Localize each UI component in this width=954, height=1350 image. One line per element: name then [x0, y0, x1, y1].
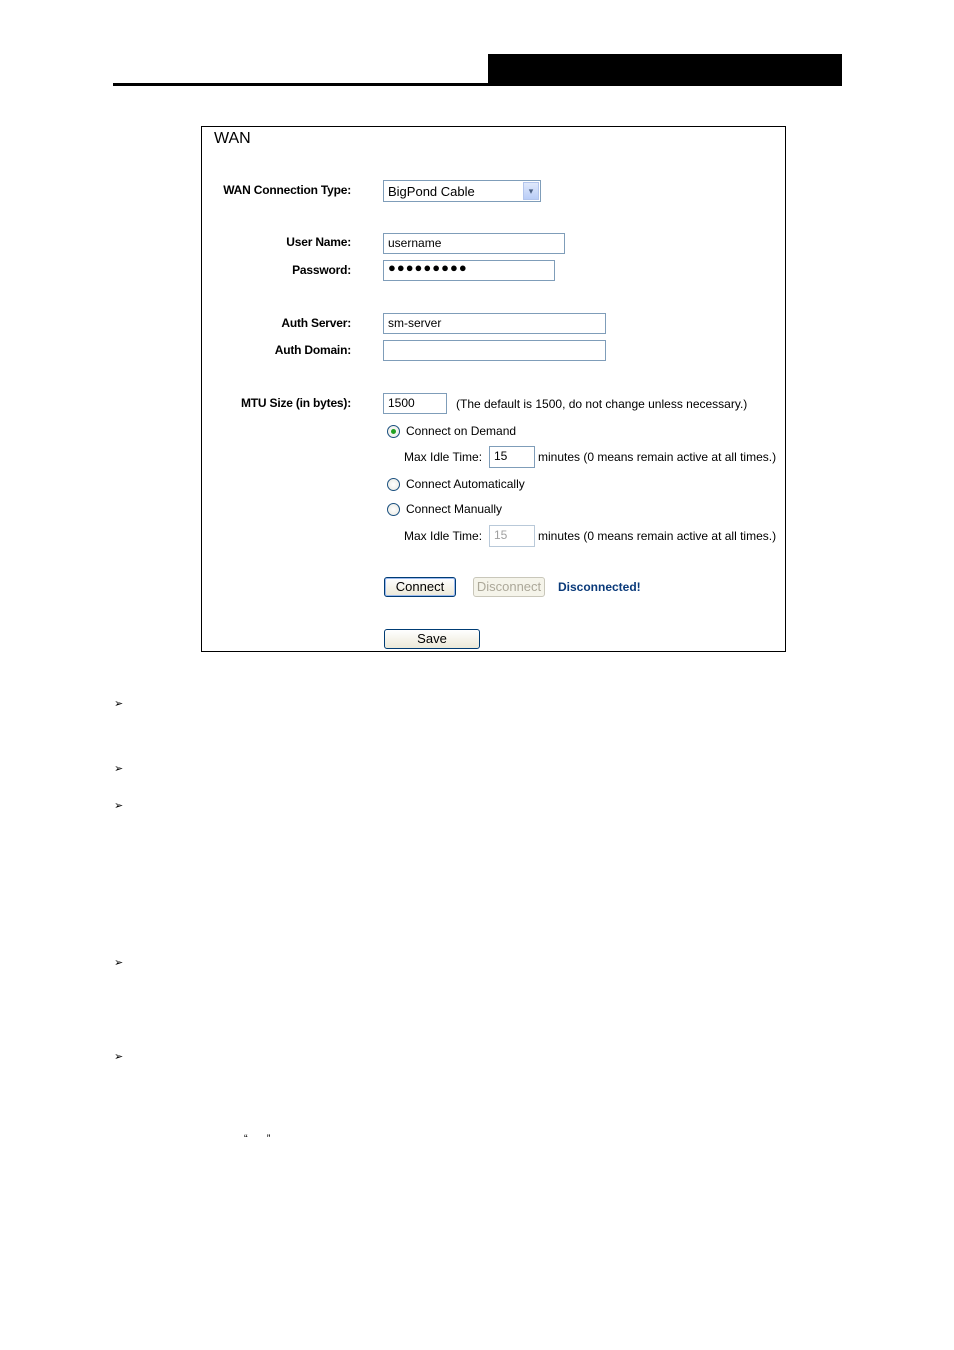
idle-demand-input[interactable]: 15: [489, 446, 535, 468]
connect-automatically-radio[interactable]: [387, 478, 400, 491]
connection-type-label: WAN Connection Type:: [223, 183, 351, 197]
connect-manually-radio[interactable]: [387, 503, 400, 516]
connect-automatically-label: Connect Automatically: [406, 477, 525, 491]
auth-domain-input[interactable]: [383, 340, 606, 361]
connect-on-demand-label: Connect on Demand: [406, 424, 517, 438]
bullet-icon: ➢: [114, 1051, 124, 1063]
header-block: [488, 54, 842, 86]
password-input[interactable]: ●●●●●●●●●: [383, 260, 555, 281]
save-button[interactable]: Save: [384, 629, 480, 649]
disconnect-button: Disconnect: [473, 577, 545, 597]
auth-server-label: Auth Server:: [281, 316, 351, 330]
bullet-icon: ➢: [114, 957, 124, 969]
chevron-down-icon[interactable]: ▾: [523, 182, 539, 200]
connection-status: Disconnected!: [558, 580, 641, 594]
bullet-icon: ➢: [114, 763, 124, 775]
bullet-icon: ➢: [114, 698, 124, 710]
quote-marks: “ ”: [244, 1133, 279, 1145]
idle-demand-suffix: minutes (0 means remain active at all ti…: [538, 450, 777, 464]
idle-manual-label: Max Idle Time:: [404, 529, 483, 543]
connection-type-value: BigPond Cable: [388, 184, 475, 199]
mtu-hint: (The default is 1500, do not change unle…: [456, 397, 748, 411]
idle-demand-label: Max Idle Time:: [404, 450, 483, 464]
mtu-input[interactable]: 1500: [383, 393, 447, 414]
password-label: Password:: [292, 263, 351, 277]
user-name-input[interactable]: username: [383, 233, 565, 254]
panel-title: WAN: [214, 130, 251, 147]
connect-manually-label: Connect Manually: [406, 502, 503, 516]
auth-server-input[interactable]: sm-server: [383, 313, 606, 334]
bullet-icon: ➢: [114, 800, 124, 812]
idle-manual-input: 15: [489, 525, 535, 547]
connect-on-demand-radio[interactable]: [387, 425, 400, 438]
idle-manual-suffix: minutes (0 means remain active at all ti…: [538, 529, 777, 543]
mtu-label: MTU Size (in bytes):: [240, 396, 351, 410]
connection-type-select[interactable]: BigPond Cable ▾: [383, 180, 541, 202]
user-name-label: User Name:: [286, 235, 351, 249]
header-rule: [113, 83, 842, 86]
wan-panel: WAN WAN Connection Type: BigPond Cable ▾…: [201, 126, 786, 652]
auth-domain-label: Auth Domain:: [274, 343, 351, 357]
connect-button[interactable]: Connect: [384, 577, 456, 597]
